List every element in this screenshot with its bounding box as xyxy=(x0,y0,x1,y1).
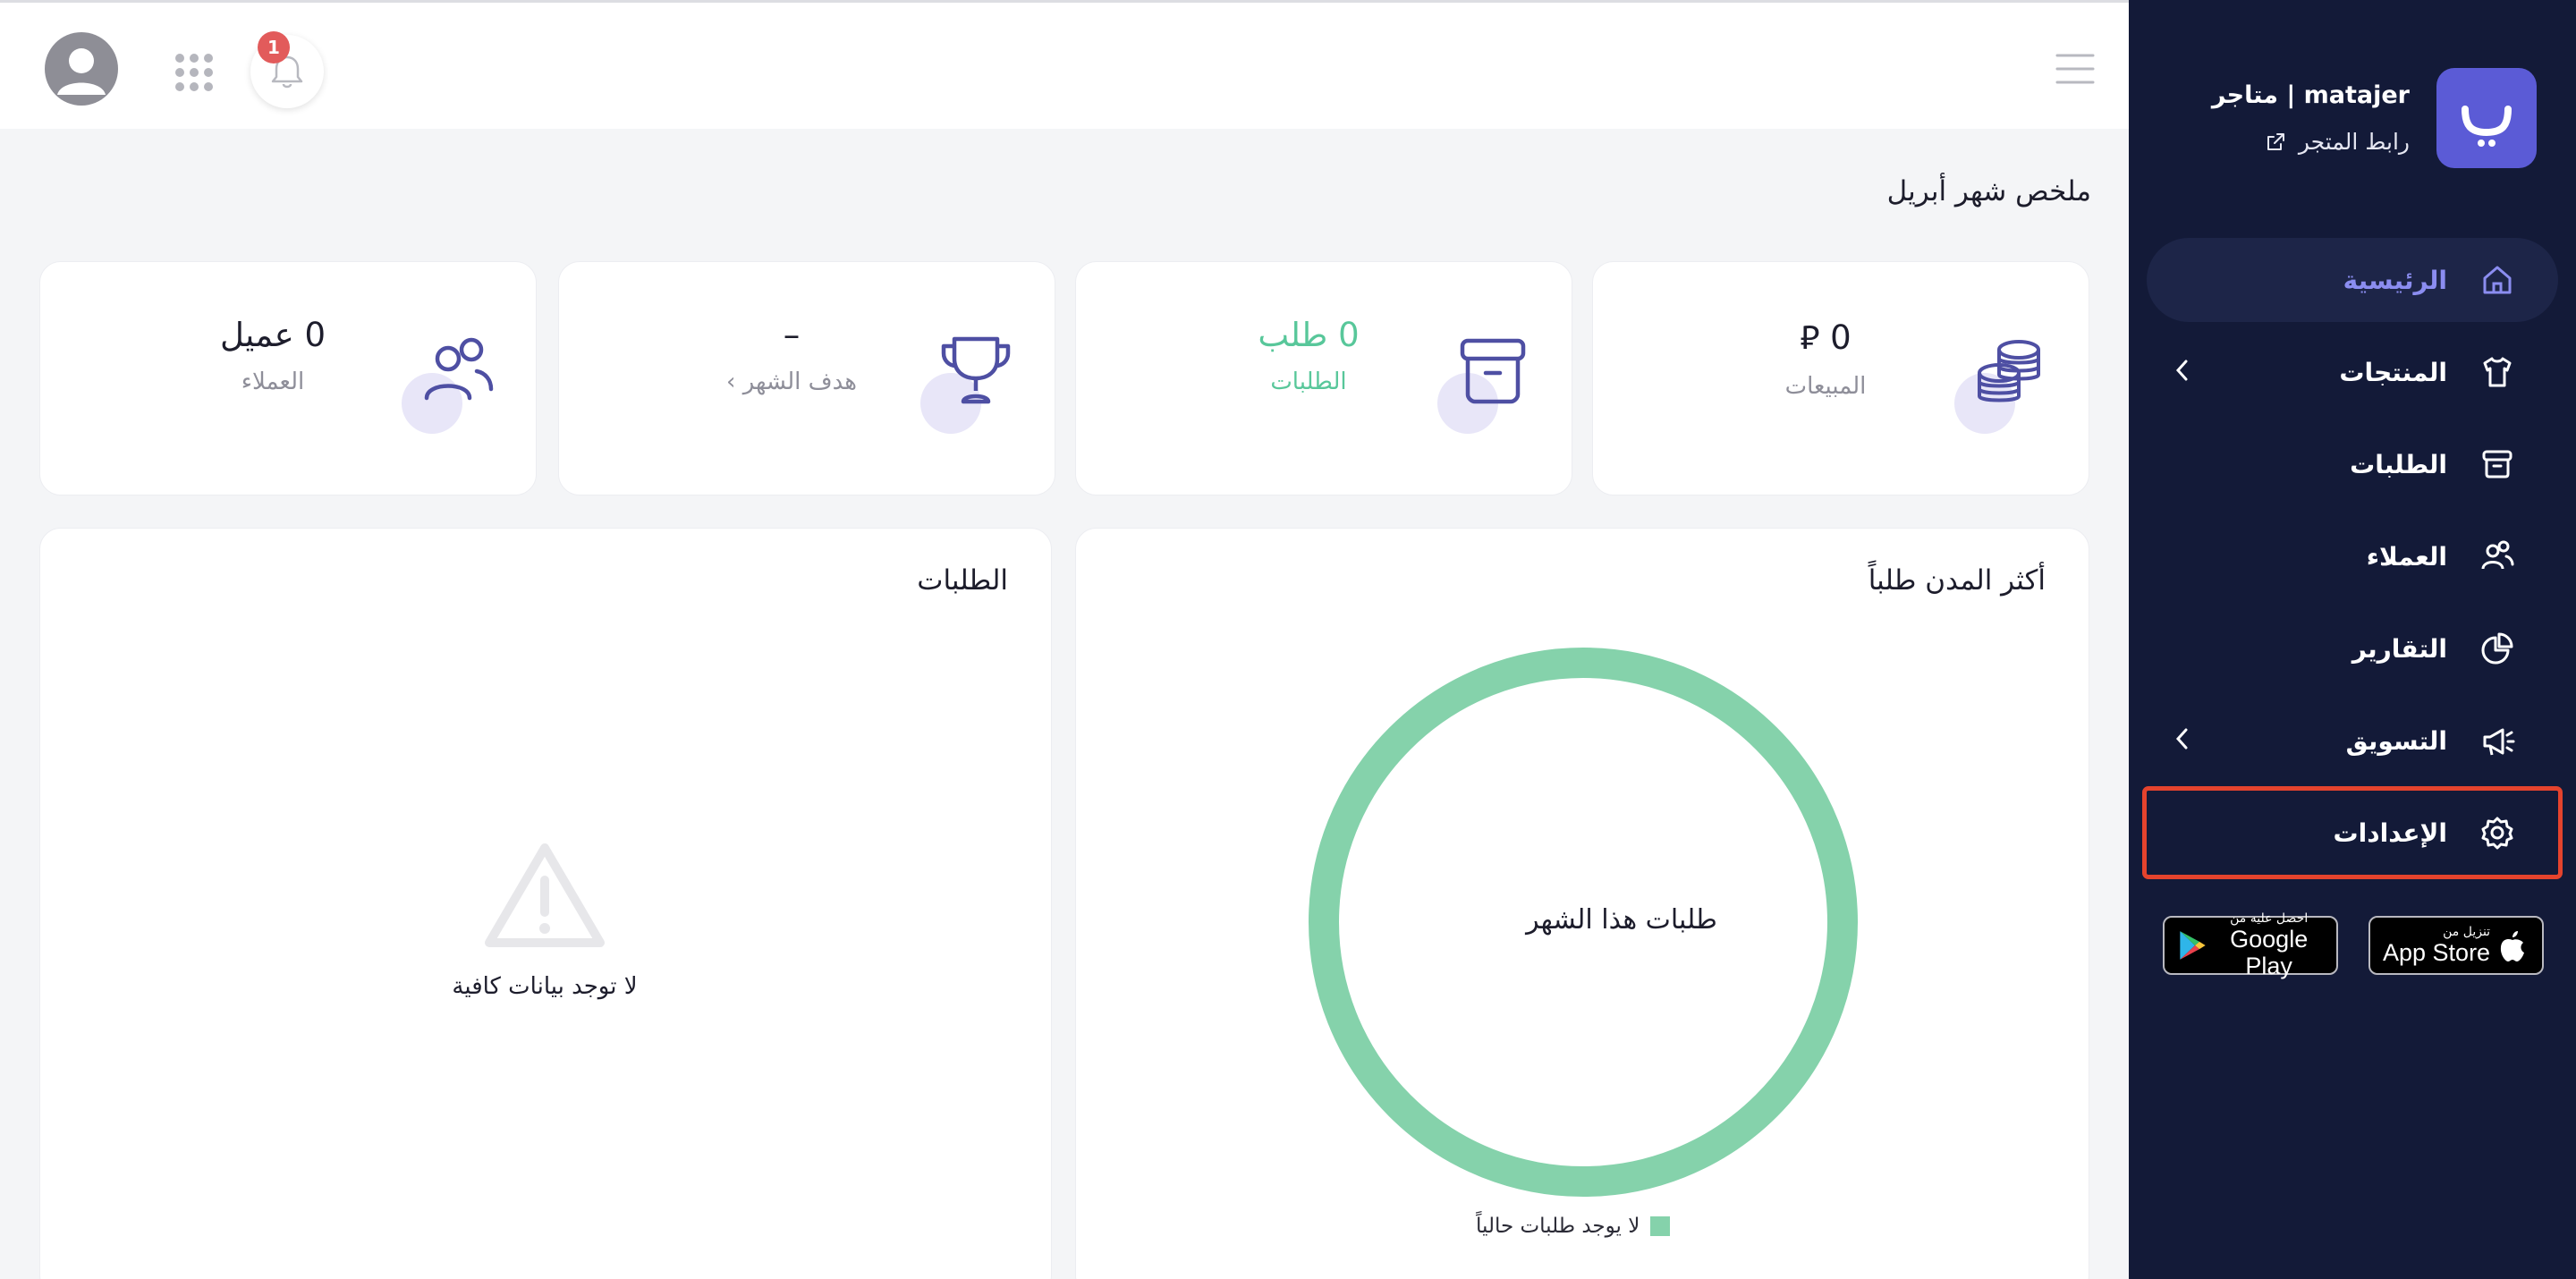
sidebar-item-label: التقارير xyxy=(2351,633,2447,664)
gear-icon xyxy=(2478,813,2517,852)
google-play-big-text: Google Play xyxy=(2230,926,2309,979)
orders-value: 0 طلب xyxy=(1258,316,1360,354)
chart-legend: لا يوجد طلبات حالياً xyxy=(1476,1215,1671,1238)
sales-stat-card[interactable]: 0 ⃁ المبيعات xyxy=(1592,261,2089,496)
notifications-button[interactable]: 1 xyxy=(250,31,324,108)
sidebar-item-label: التسويق xyxy=(2345,725,2447,756)
customers-value: 0 عميل xyxy=(220,316,326,354)
sidebar-item-orders[interactable]: الطلبات xyxy=(2147,422,2558,506)
sidebar-item-home[interactable]: الرئيسية xyxy=(2147,238,2558,322)
trophy-icon xyxy=(941,336,1011,404)
customers-label: العملاء xyxy=(241,368,305,395)
app-store-badge[interactable]: تنزيل من App Store xyxy=(2368,916,2544,975)
monthly-goal-link[interactable]: هدف الشهر › xyxy=(675,368,908,395)
chevron-left-icon xyxy=(2174,358,2191,386)
orders-panel-title: الطلبات xyxy=(917,564,1008,597)
google-play-small-text: احصل عليه من xyxy=(2230,911,2309,926)
monthly-goal-value: – xyxy=(783,316,801,354)
sidebar-item-settings[interactable]: الإعدادات xyxy=(2142,786,2563,879)
top-cities-panel: أكثر المدن طلباً طلبات هذا الشهر xyxy=(1075,528,2089,1279)
legend-label: لا يوجد طلبات حالياً xyxy=(1476,1215,1640,1238)
app-store-badges: احصل عليه من Google Play تنزيل من App St… xyxy=(2163,911,2544,979)
sidebar-item-marketing[interactable]: التسويق xyxy=(2147,699,2558,783)
megaphone-icon xyxy=(2478,721,2517,760)
sidebar-item-products[interactable]: المنتجات xyxy=(2147,330,2558,414)
monthly-goal-stat-card[interactable]: – هدف الشهر › xyxy=(558,261,1055,496)
store-link-label: رابط المتجر xyxy=(2298,129,2410,155)
shirt-icon xyxy=(2478,352,2517,392)
home-icon xyxy=(2478,260,2517,300)
empty-state-text: لا توجد بيانات كافية xyxy=(452,973,638,1000)
notification-count-badge: 1 xyxy=(258,31,290,64)
store-link[interactable]: رابط المتجر xyxy=(2212,129,2410,155)
month-summary-title: ملخص شهر أبريل xyxy=(1886,175,2091,208)
archive-box-icon xyxy=(2478,445,2517,484)
sidebar-item-label: المنتجات xyxy=(2339,357,2447,387)
donut-center-label: طلبات هذا الشهر xyxy=(1526,904,1717,936)
store-logo-icon xyxy=(2462,106,2512,147)
archive-box-icon xyxy=(1460,338,1526,404)
sidebar-item-label: العملاء xyxy=(2366,541,2447,572)
apple-icon xyxy=(2500,931,2525,961)
coins-icon xyxy=(1978,340,2040,402)
brand-header: matajer | متاجر رابط المتجر xyxy=(2212,68,2537,168)
sidebar: matajer | متاجر رابط المتجر الرئيسية الم… xyxy=(2129,0,2576,1279)
apps-grid-icon[interactable] xyxy=(173,51,216,97)
sidebar-item-reports[interactable]: التقارير xyxy=(2147,606,2558,690)
orders-stat-card[interactable]: 0 طلب الطلبات xyxy=(1075,261,1572,496)
customers-stat-card[interactable]: 0 عميل العملاء xyxy=(39,261,537,496)
top-bar: 1 xyxy=(0,0,2129,129)
chevron-left-icon xyxy=(2174,726,2191,755)
sidebar-item-customers[interactable]: العملاء xyxy=(2147,514,2558,598)
external-link-icon xyxy=(2267,132,2284,150)
sidebar-item-label: الإعدادات xyxy=(2333,817,2447,848)
warning-icon xyxy=(485,843,605,947)
google-play-icon xyxy=(2180,931,2206,960)
users-icon xyxy=(424,337,494,401)
hamburger-menu-icon[interactable] xyxy=(2055,51,2096,90)
store-logo[interactable] xyxy=(2436,68,2537,168)
app-store-big-text: App Store xyxy=(2383,939,2491,966)
google-play-badge[interactable]: احصل عليه من Google Play xyxy=(2163,911,2338,979)
sales-value: 0 ⃁ xyxy=(1800,318,1852,357)
pie-chart-icon xyxy=(2478,629,2517,668)
legend-swatch xyxy=(1650,1216,1671,1236)
sidebar-nav: الرئيسية المنتجات الطلبات العملاء التقار… xyxy=(2142,238,2563,883)
store-name: matajer | متاجر xyxy=(2211,81,2410,109)
sales-label: المبيعات xyxy=(1784,373,1867,400)
dashboard-page: 1 ملخص شهر أبريل xyxy=(0,0,2576,1279)
app-store-small-text: تنزيل من xyxy=(2443,925,2491,939)
sidebar-item-label: الطلبات xyxy=(2350,449,2447,479)
empty-state: لا توجد بيانات كافية xyxy=(366,841,724,1000)
user-avatar[interactable] xyxy=(45,32,118,106)
sidebar-item-label: الرئيسية xyxy=(2343,265,2447,295)
users-icon xyxy=(2478,537,2517,576)
orders-label: الطلبات xyxy=(1270,368,1347,395)
user-icon xyxy=(57,48,106,95)
